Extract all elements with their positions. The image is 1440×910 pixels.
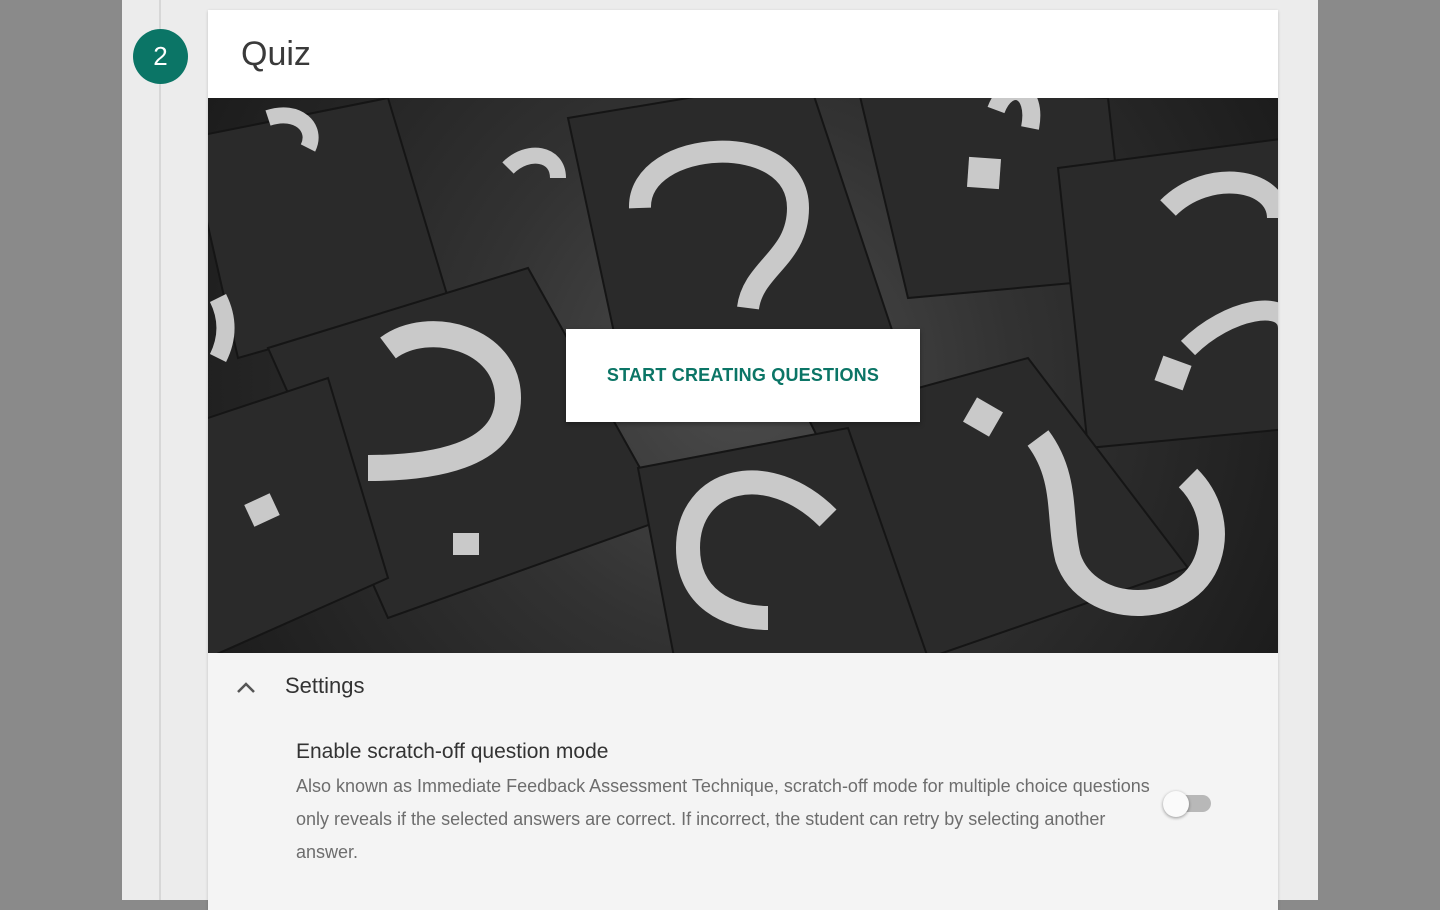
start-creating-questions-button[interactable]: START CREATING QUESTIONS xyxy=(566,329,920,422)
toggle-thumb xyxy=(1163,791,1189,817)
option-title: Enable scratch-off question mode xyxy=(296,740,609,763)
step-connector-line xyxy=(159,0,161,900)
scratch-off-toggle[interactable] xyxy=(1163,791,1213,817)
option-description: Also known as Immediate Feedback Assessm… xyxy=(296,776,1150,862)
step-number-badge: 2 xyxy=(133,29,188,84)
chevron-up-icon[interactable] xyxy=(234,677,258,697)
card-title: Quiz xyxy=(241,34,311,73)
settings-label: Settings xyxy=(285,673,365,698)
scratch-off-option: Enable scratch-off question mode Also kn… xyxy=(296,740,1156,869)
settings-header[interactable]: Settings xyxy=(208,653,1278,719)
card-header: Quiz xyxy=(208,10,1278,98)
hero-image: START CREATING QUESTIONS xyxy=(208,98,1278,653)
quiz-card: Quiz START CREATING QUESTIONS Settings E… xyxy=(208,10,1278,910)
page-panel: 2 Quiz START CREATING QUESTIONS Settings… xyxy=(122,0,1318,910)
